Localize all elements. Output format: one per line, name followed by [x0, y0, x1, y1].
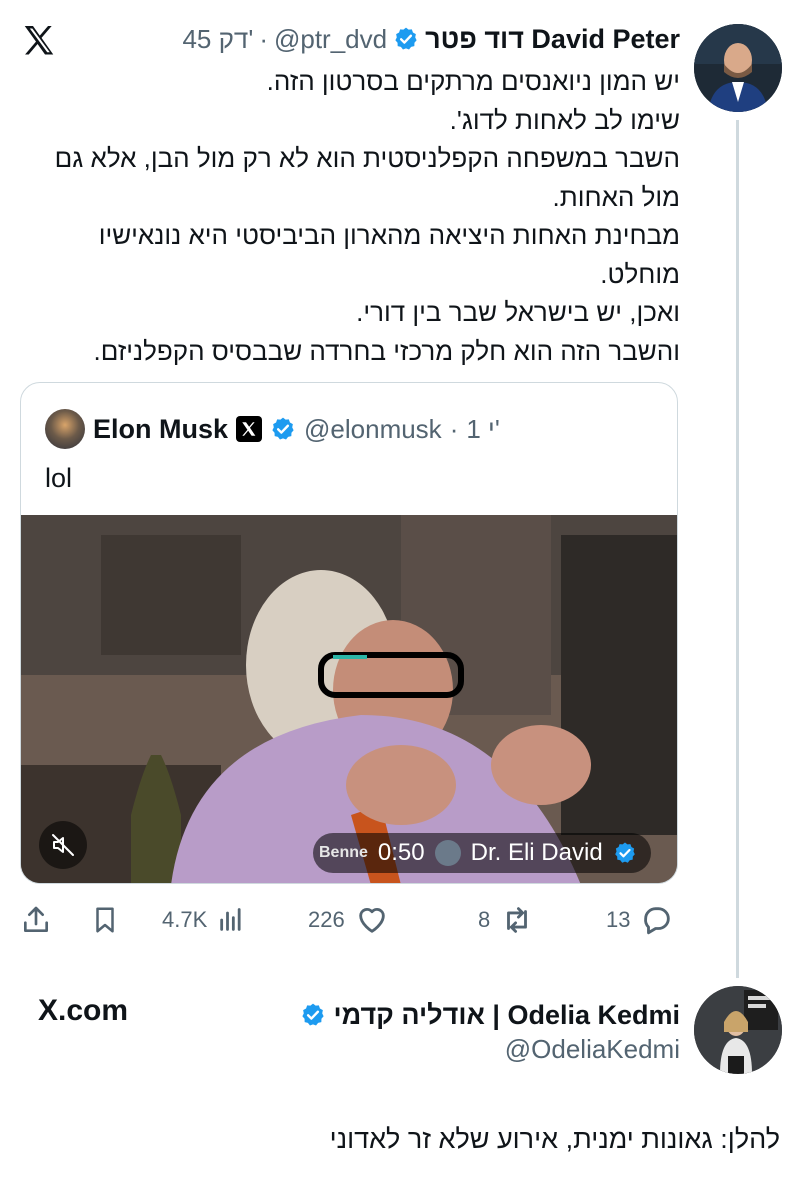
- likes-count: 226: [308, 907, 345, 932]
- tweet-line: והשבר הזה הוא חלק מרכזי בחרדה שבבסיס הקפ…: [93, 335, 680, 366]
- bookmark-button[interactable]: [90, 900, 120, 940]
- quoted-tweet-time: 1 י': [466, 413, 500, 444]
- reply-icon: [644, 907, 671, 935]
- share-button[interactable]: [20, 900, 52, 940]
- muted-speaker-icon: [52, 834, 74, 856]
- verified-badge-icon: [395, 27, 417, 50]
- separator-dot: ·: [259, 23, 268, 54]
- tweet-line: שימו לב לאחות לדוג'.: [449, 104, 680, 135]
- bookmark-icon: [96, 907, 114, 933]
- tweet-header: 45 דק' · @ptr_dvd דוד פטר David Peter: [182, 24, 680, 54]
- tweet-line: מבחינת האחות היציאה מהארון הביביסטי היא …: [98, 220, 680, 289]
- site-name: X.com: [38, 994, 129, 1027]
- credit-avatar: [434, 840, 461, 866]
- author-handle[interactable]: @OdeliaKedmi: [505, 1034, 680, 1065]
- verified-badge-icon: [301, 1003, 324, 1026]
- tweet-line: ואכן, יש בישראל שבר בין דורי.: [356, 297, 680, 327]
- tweet-header: אודליה קדמי | Odelia Kedmi: [300, 998, 681, 1032]
- views-count: 4.7K: [162, 907, 208, 932]
- avatar[interactable]: [694, 24, 782, 112]
- video-player[interactable]: Benne 0:50 Dr. Eli David: [21, 515, 677, 883]
- video-overlay-text: Benne: [319, 844, 368, 861]
- tweet-text: יש המון ניואנסים מרתקים בסרטון הזה. שימו…: [40, 62, 680, 370]
- mute-button[interactable]: [39, 821, 87, 869]
- reply-button[interactable]: 13: [606, 900, 674, 940]
- tweet-actions: 4.7K 226 8 13: [20, 900, 680, 940]
- like-button[interactable]: 226: [308, 900, 389, 940]
- verified-badge-icon: [614, 842, 635, 863]
- video-duration: 0:50: [377, 839, 425, 866]
- quoted-tweet-header: Elon Musk @elonmusk · 1 י': [45, 409, 500, 449]
- x-logo-icon[interactable]: [20, 22, 58, 60]
- video-info-pill: Benne 0:50 Dr. Eli David: [313, 833, 651, 873]
- repost-button[interactable]: 8: [478, 900, 534, 940]
- tweet-time[interactable]: 45 דק': [182, 24, 253, 55]
- separator-dot: ·: [449, 413, 459, 444]
- site-watermark: X.com: [38, 994, 128, 1028]
- thread-line: [736, 120, 739, 978]
- quoted-author-handle: @elonmusk: [304, 413, 442, 444]
- analytics-icon: [220, 908, 241, 931]
- x-affiliation-badge-icon: [236, 416, 263, 442]
- video-credit-name[interactable]: Dr. Eli David: [471, 839, 603, 867]
- replies-count: 13: [606, 907, 631, 932]
- author-handle[interactable]: @ptr_dvd: [274, 24, 387, 55]
- verified-badge-icon: [272, 417, 294, 440]
- reposts-count: 8: [478, 907, 491, 932]
- author-name[interactable]: דוד פטר David Peter: [425, 24, 680, 55]
- author-name[interactable]: אודליה קדמי | Odelia Kedmi: [334, 1000, 681, 1031]
- views-button[interactable]: 4.7K: [162, 900, 245, 940]
- video-frame: [21, 515, 677, 883]
- heart-icon: [358, 908, 385, 933]
- tweet-text: להלן: גאונות ימנית, אירוע שלא זר לאדוני: [329, 1124, 780, 1154]
- quoted-tweet-text: lol: [45, 463, 73, 493]
- quoted-avatar: [45, 409, 85, 449]
- tweet-line: יש המון ניואנסים מרתקים בסרטון הזה.: [266, 66, 680, 96]
- quoted-tweet-card[interactable]: Elon Musk @elonmusk · 1 י' lol Benne 0:5…: [20, 382, 678, 884]
- share-icon: [24, 906, 48, 932]
- repost-icon: [507, 907, 528, 933]
- tweet-line: השבר במשפחה הקפלניסטית הוא לא רק מול הבן…: [54, 143, 680, 212]
- quoted-author-name: Elon Musk: [93, 413, 229, 444]
- avatar[interactable]: [694, 986, 782, 1074]
